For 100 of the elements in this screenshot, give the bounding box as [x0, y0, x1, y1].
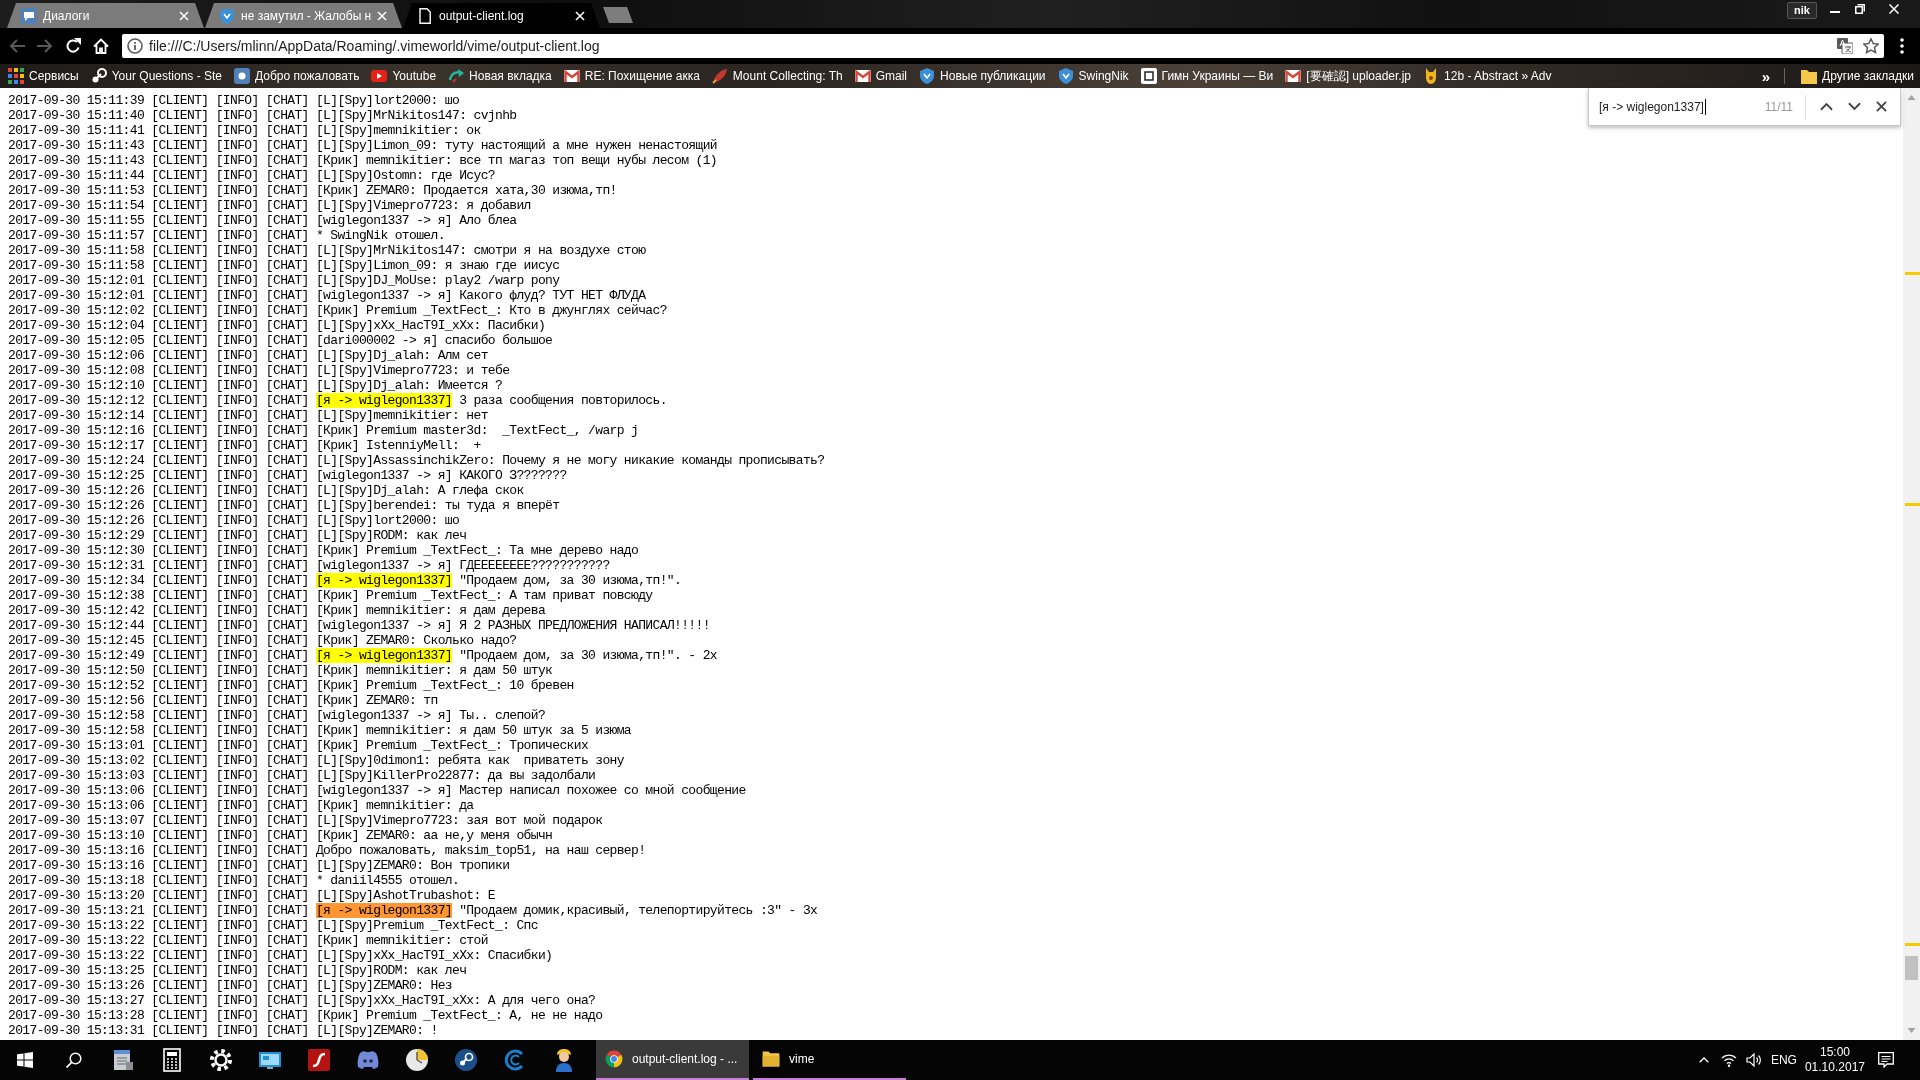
log-line: 2017-09-30 15:12:34 [CLIENT] [INFO] [CHAT] [8, 573, 309, 588]
gear-icon[interactable] [208, 1048, 233, 1072]
info-icon[interactable] [127, 38, 143, 54]
log-line: 2017-09-30 15:11:55 [CLIENT] [INFO] [CHAT] [wiglegon1337 -> я] Ало блеа [8, 213, 517, 228]
log-line: 2017-09-30 15:13:21 [CLIENT] [INFO] [CHAT] [8, 903, 309, 918]
log-line: 2017-09-30 15:12:24 [CLIENT] [INFO] [CHAT] [L][Spy]AssassinchikZero: Почему я не могу никакие команды прописывать? [8, 453, 825, 468]
search-match: [я -> wiglegon1337] [315, 903, 452, 918]
log-line: 2017-09-30 15:13:28 [CLIENT] [INFO] [CHAT] [Крик] Premium _TextFect_: А, не не надо [8, 1008, 603, 1023]
log-line: 2017-09-30 15:12:31 [CLIENT] [INFO] [CHAT] [wiglegon1337 -> я] ГДЕЕЕЕЕЕЕЕ??????????? [8, 558, 610, 573]
log-line: 2017-09-30 15:13:07 [CLIENT] [INFO] [CHAT] [L][Spy]Vimepro7723: зая вот мой подарок [8, 813, 603, 828]
browser-tab[interactable]: не замутил - Жалобы н [205, 3, 402, 28]
gamepad-icon[interactable] [355, 1048, 380, 1072]
envelope-icon [563, 68, 580, 84]
log-line: 2017-09-30 15:12:58 [CLIENT] [INFO] [CHAT] [wiglegon1337 -> я] Ты.. слепой? [8, 708, 546, 723]
bookmark[interactable]: Gmail [848, 65, 914, 87]
bookmark[interactable]: Добро пожаловать [228, 65, 366, 87]
search-match: [я -> wiglegon1337] [315, 573, 452, 588]
restore-icon[interactable] [1855, 4, 1865, 14]
linked-circles-icon [90, 68, 107, 84]
close-icon[interactable] [1876, 101, 1887, 112]
pie-icon[interactable] [404, 1048, 429, 1072]
log-line: 2017-09-30 15:13:16 [CLIENT] [INFO] [CHAT] [L][Spy]ZEMAR0: Вон тропики [8, 858, 510, 873]
log-line: 2017-09-30 15:12:26 [CLIENT] [INFO] [CHAT] [L][Spy]Dj_alah: А глефа скок [8, 483, 524, 498]
log-line: 2017-09-30 15:12:01 [CLIENT] [INFO] [CHAT] [L][Spy]DJ_MoUse: play2 /warp pony [8, 273, 560, 288]
match-count: 11/11 [1764, 99, 1793, 114]
log-line: 2017-09-30 15:11:57 [CLIENT] [INFO] [CHAT] * SwingNik отошел. [8, 228, 445, 243]
log-line: 2017-09-30 15:11:39 [CLIENT] [INFO] [CHAT] [L][Spy]lort2000: шо [8, 93, 460, 108]
bookmark[interactable]: Новые публикации [913, 65, 1052, 87]
log-line: 2017-09-30 15:12:05 [CLIENT] [INFO] [CHAT] [dari000002 -> я] спасибо большое [8, 333, 553, 348]
log-line: 2017-09-30 15:13:27 [CLIENT] [INFO] [CHAT] [L][Spy]xXx_HacT9I_xXx: А для чего она? [8, 993, 596, 1008]
log-line: 2017-09-30 15:13:16 [CLIENT] [INFO] [CHAT] Добро пожаловать, maksim_top51, на наш сервер! [8, 843, 646, 858]
log-line: 2017-09-30 15:12:42 [CLIENT] [INFO] [CHAT] [Крик] memnikitier: я дам дерева [8, 603, 546, 618]
bookmark[interactable]: Your Questions - Ste [84, 65, 228, 87]
home-icon[interactable] [93, 38, 109, 54]
tile-icon [234, 68, 250, 84]
bookmark[interactable]: Youtube [365, 65, 443, 87]
log-line: 2017-09-30 15:11:43 [CLIENT] [INFO] [CHAT] [L][Spy]Limon_09: туту настоящий а мне нужен ненастоящий [8, 138, 717, 153]
log-line: 2017-09-30 15:12:56 [CLIENT] [INFO] [CHAT] [Крик] ZEMAR0: тп [8, 693, 438, 708]
bookmark[interactable]: RE: Похищение акка [557, 65, 706, 87]
browser-tab[interactable]: Диалоги [7, 3, 204, 28]
chevron-down-icon[interactable] [1848, 102, 1861, 111]
search-match: [я -> wiglegon1337] [315, 393, 452, 408]
log-line: 2017-09-30 15:12:52 [CLIENT] [INFO] [CHAT] [Крик] Premium _TextFect_: 10 бревен [8, 678, 574, 693]
reload-icon[interactable] [65, 38, 81, 54]
chevron-up-icon[interactable] [1820, 102, 1833, 111]
menu-icon[interactable] [1900, 38, 1904, 54]
log-line: 2017-09-30 15:12:16 [CLIENT] [INFO] [CHAT] [Крик] Premium master3d: _TextFect_, /warp j [8, 423, 639, 438]
star-icon[interactable] [1863, 38, 1879, 54]
log-line: 2017-09-30 15:13:20 [CLIENT] [INFO] [CHAT] [L][Spy]AshotTrubashot: Е [8, 888, 495, 903]
rocket-icon [711, 68, 728, 84]
log-line: 2017-09-30 15:12:04 [CLIENT] [INFO] [CHAT] [L][Spy]xXx_HacT9I_xXx: Пасибки) [8, 318, 546, 333]
clock-date[interactable]: 01.10.2017 [1804, 1060, 1865, 1075]
bookmark[interactable]: SwingNik [1051, 65, 1135, 87]
log-line: 2017-09-30 15:13:02 [CLIENT] [INFO] [CHAT] [L][Spy]0dimon1: ребята как приватеть зону [8, 753, 624, 768]
log-line: 2017-09-30 15:13:01 [CLIENT] [INFO] [CHAT] [Крик] Premium _TextFect_: Тропических [8, 738, 589, 753]
bookmark[interactable]: [要確認] uploader.jp [1279, 65, 1418, 87]
clock-time[interactable]: 15:00 [1819, 1045, 1850, 1060]
shield-icon [219, 7, 235, 24]
speaker-icon[interactable] [1745, 1053, 1762, 1067]
bookmark[interactable]: Новая вкладка [442, 65, 558, 87]
find-field[interactable]: [я -> wiglegon1337] [1599, 96, 1765, 117]
search-icon[interactable] [65, 1052, 82, 1068]
log-line: 2017-09-30 15:11:58 [CLIENT] [INFO] [CHAT] [L][Spy]MrNikitos147: смотри я на воздухе стою [8, 243, 646, 258]
taskbar-button[interactable]: vime [753, 1040, 906, 1080]
log-line: 2017-09-30 15:12:08 [CLIENT] [INFO] [CHAT] [L][Spy]Vimepro7723: и тебе [8, 363, 510, 378]
envelope-icon [1285, 68, 1302, 84]
wifi-icon[interactable] [1720, 1053, 1737, 1067]
translate-icon[interactable] [1837, 38, 1853, 54]
notification-icon[interactable] [1878, 1052, 1894, 1068]
start-icon[interactable] [16, 1052, 33, 1068]
log-line: 2017-09-30 15:12:01 [CLIENT] [INFO] [CHAT] [wiglegon1337 -> я] Какого флуд? ТУТ НЕТ ФЛУДА [8, 288, 646, 303]
shield-icon [919, 68, 936, 84]
more-bookmarks-button[interactable]: » [1757, 67, 1775, 85]
log-line: 2017-09-30 15:13:03 [CLIENT] [INFO] [CHAT] [L][Spy]KillerPro22877: да вы задолбали [8, 768, 596, 783]
folder-icon [761, 1049, 781, 1069]
bookmark[interactable]: Mount Collecting: Th [705, 65, 849, 87]
log-line: 2017-09-30 15:13:22 [CLIENT] [INFO] [CHAT] [L][Spy]xXx_HacT9I_xXx: Спасибки) [8, 948, 553, 963]
log-line: 2017-09-30 15:13:31 [CLIENT] [INFO] [CHAT] [L][Spy]ZEMAR0: ! [8, 1023, 438, 1038]
bookmark-folder[interactable]: Другие закладки [1795, 65, 1920, 87]
log-line: 2017-09-30 15:13:22 [CLIENT] [INFO] [CHAT] [L][Spy]Premium _TextFect_: Спс [8, 918, 538, 933]
new-tab-button[interactable] [603, 7, 633, 23]
profile-button[interactable]: nik [1787, 2, 1817, 19]
log-line: 2017-09-30 15:12:38 [CLIENT] [INFO] [CHAT] [Крик] Premium _TextFect_: А там приват повсюду [8, 588, 653, 603]
square-tile-icon [1140, 68, 1157, 84]
bookmark[interactable]: Гимн Украины — Ви [1134, 65, 1280, 87]
curved-arrow-icon [448, 68, 465, 84]
log-line: 2017-09-30 15:12:26 [CLIENT] [INFO] [CHAT] [L][Spy]lort2000: шо [8, 513, 460, 528]
taskbar-button[interactable]: output-client.log - ... [596, 1040, 749, 1080]
log-line: "Продаем дом, за 30 изюма,тп!". [459, 573, 682, 588]
bookmark[interactable]: Сервисы [2, 65, 85, 87]
address-bar[interactable]: file:///C:/Users/mlinn/AppData/Roaming/.vimeworld/vime/output-client.log [122, 34, 1884, 58]
scrollbar[interactable] [1903, 88, 1920, 1040]
play-icon [371, 68, 388, 84]
log-line: 2017-09-30 15:11:54 [CLIENT] [INFO] [CHAT] [L][Spy]Vimepro7723: я добавил [8, 198, 531, 213]
curve-tile-icon[interactable] [306, 1048, 331, 1072]
language-indicator[interactable]: ENG [1770, 1053, 1797, 1067]
linked-circles-icon[interactable] [453, 1048, 478, 1072]
log-line: 2017-09-30 15:13:25 [CLIENT] [INFO] [CHAT] [L][Spy]RODM: как леч [8, 963, 467, 978]
bookmark[interactable]: 12b - Abstract » Adv [1417, 65, 1558, 87]
browser-tab[interactable]: output-client.log [403, 3, 600, 28]
